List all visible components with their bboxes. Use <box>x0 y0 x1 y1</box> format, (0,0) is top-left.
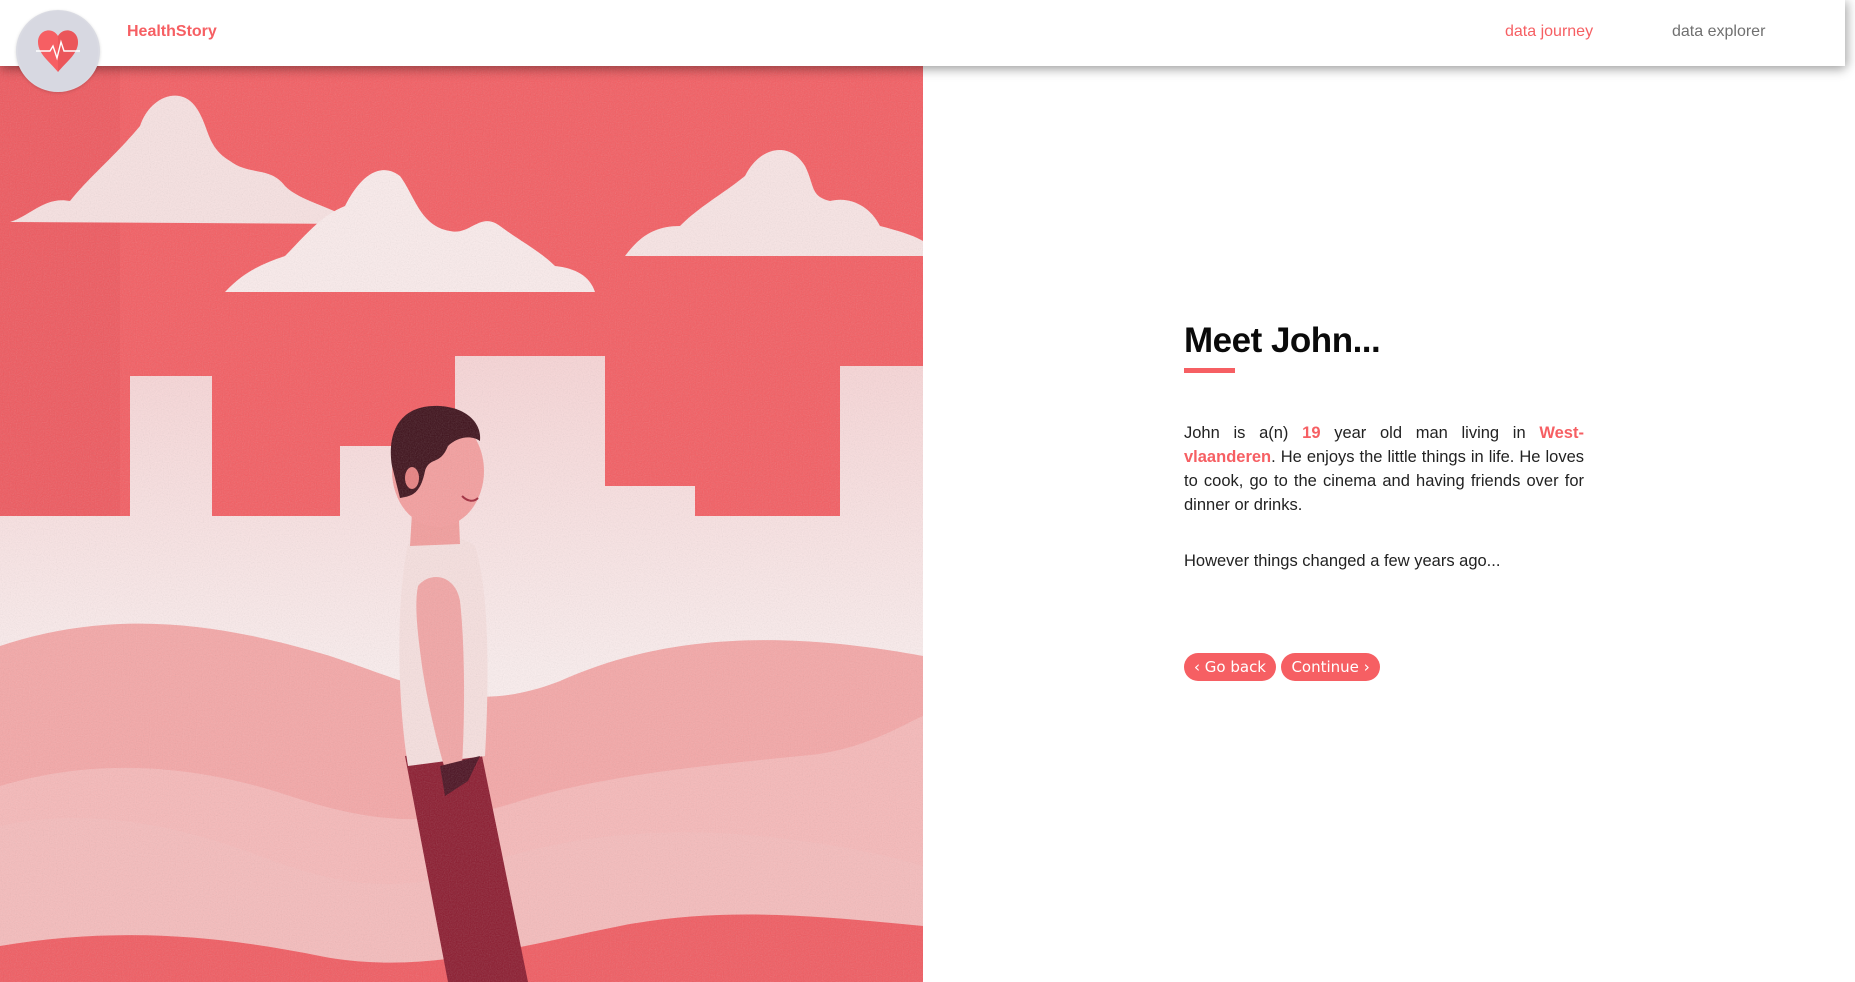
continue-button[interactable]: Continue › <box>1281 653 1380 681</box>
title-underline <box>1184 368 1235 373</box>
chevron-left-icon: ‹ <box>1194 658 1200 676</box>
story-paragraph-intro: John is a(n) 19 year old man living in W… <box>1184 421 1584 517</box>
continue-label: Continue <box>1291 658 1359 676</box>
intro-text: John is a(n) <box>1184 424 1289 442</box>
story-paragraph-teaser: However things changed a few years ago..… <box>1184 552 1501 570</box>
story-panel: Meet John... John is a(n) 19 year old ma… <box>1184 320 1584 681</box>
age-value: 19 <box>1302 424 1321 442</box>
nav-data-explorer[interactable]: data explorer <box>1672 23 1765 41</box>
page-title: Meet John... <box>1184 321 1381 360</box>
heart-logo-icon[interactable] <box>16 10 100 92</box>
go-back-button[interactable]: ‹ Go back <box>1184 653 1276 681</box>
john-illustration <box>0 66 923 982</box>
nav-data-journey[interactable]: data journey <box>1505 23 1593 41</box>
intro-mid-text: year old man living in <box>1334 424 1526 442</box>
top-navbar: HealthStory data journey data explorer <box>0 0 1845 66</box>
chevron-right-icon: › <box>1363 658 1370 676</box>
story-navigation: ‹ Go back Continue › <box>1184 653 1584 681</box>
brand-link[interactable]: HealthStory <box>127 23 217 41</box>
go-back-label: Go back <box>1204 658 1266 676</box>
